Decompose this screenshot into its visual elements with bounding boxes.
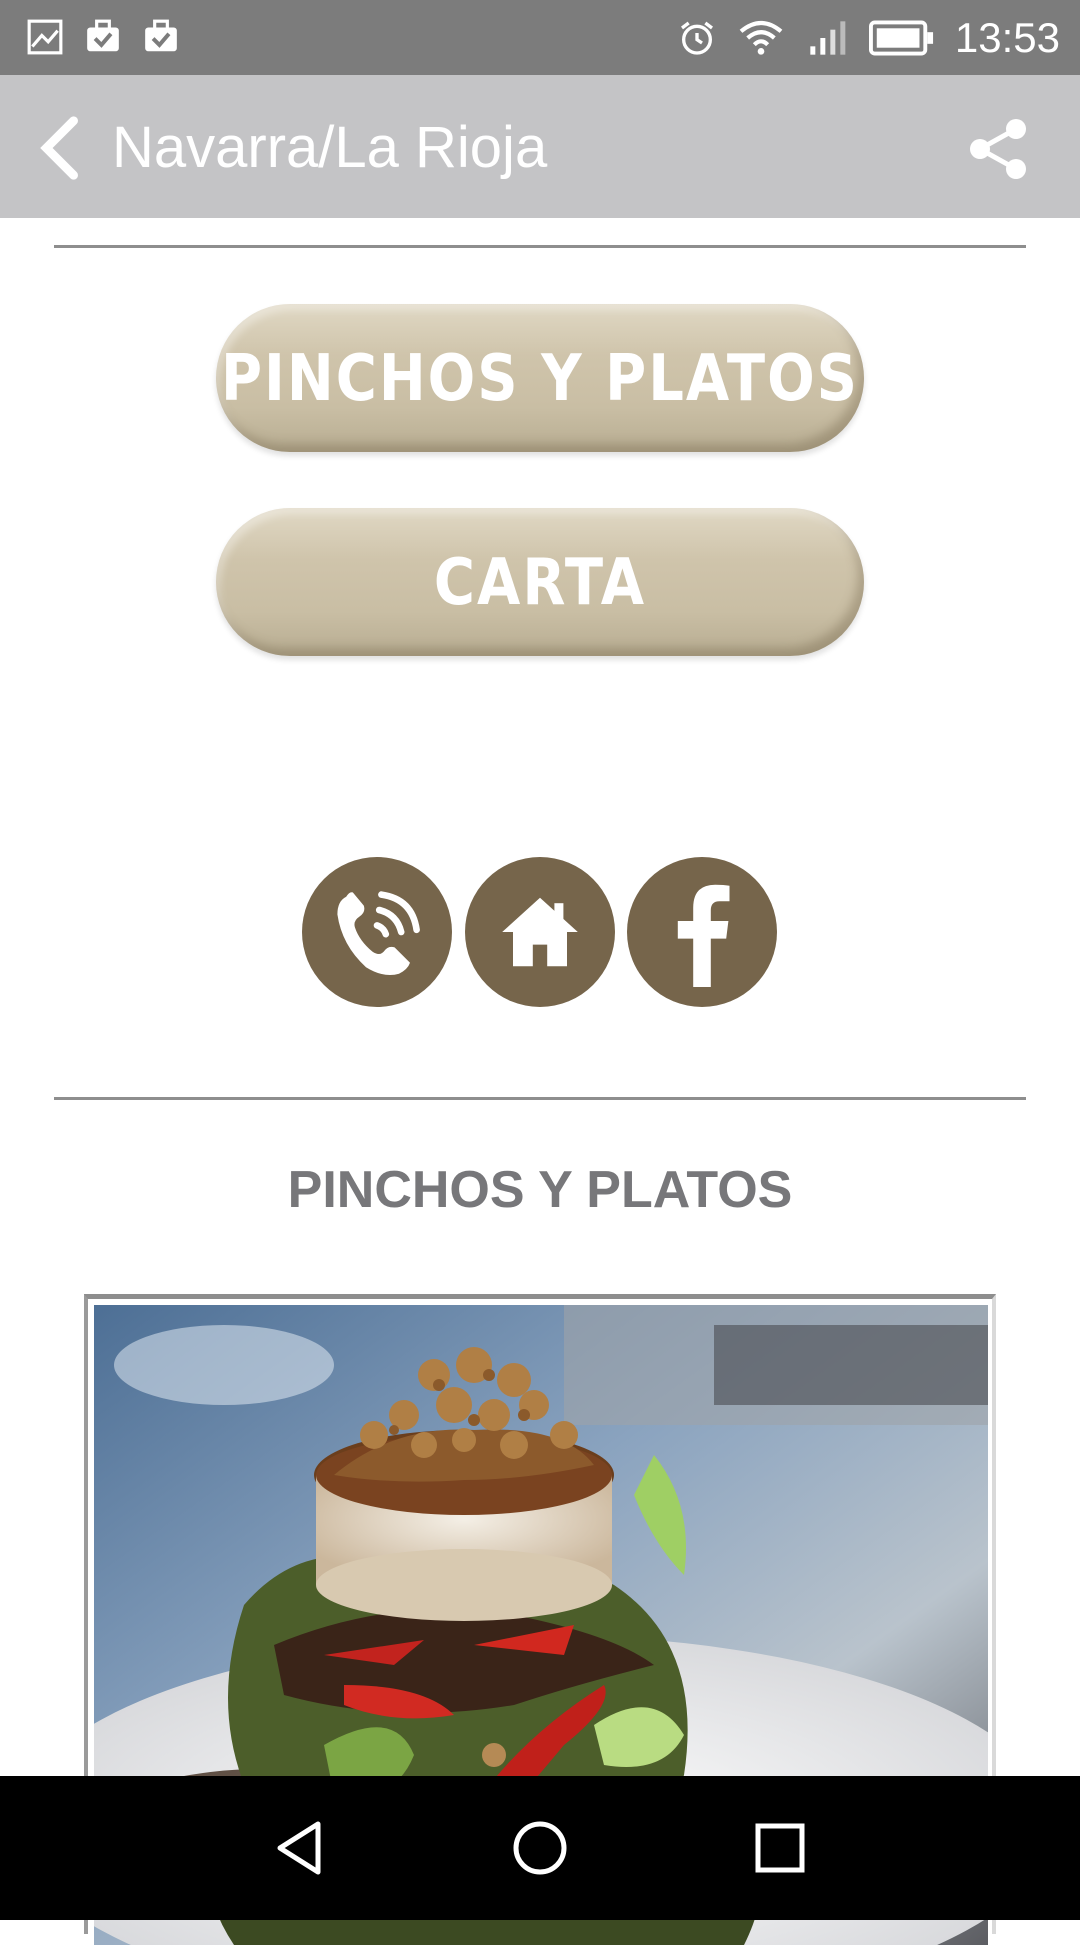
- nav-recents-icon[interactable]: [750, 1818, 810, 1878]
- pinchos-button-label: PINCHOS Y PLATOS: [220, 340, 860, 416]
- alarm-icon: [680, 21, 713, 55]
- facebook-icon: [677, 884, 730, 987]
- nav-home-icon[interactable]: [510, 1818, 570, 1878]
- system-icons: 13:53: [677, 12, 1060, 64]
- briefcase-check-icon: [145, 19, 177, 52]
- status-clock: 13:53: [954, 14, 1060, 61]
- battery-icon: [868, 20, 933, 56]
- home-button[interactable]: [465, 857, 615, 1007]
- carta-button-label: CARTA: [433, 544, 647, 620]
- pinchos-y-platos-button[interactable]: PINCHOS Y PLATOS: [216, 304, 864, 452]
- app-bar: Navarra/La Rioja: [0, 75, 1080, 218]
- signal-icon: [810, 21, 846, 55]
- briefcase-check-icon: [87, 19, 119, 52]
- share-icon[interactable]: [966, 117, 1030, 181]
- back-chevron-icon[interactable]: [30, 113, 90, 183]
- status-bar: 13:53: [0, 0, 1080, 75]
- home-icon: [502, 897, 578, 967]
- section-title: PINCHOS Y PLATOS: [287, 1161, 793, 1219]
- top-divider: [54, 245, 1026, 248]
- system-nav-bar: [0, 1776, 1080, 1920]
- nav-back-icon[interactable]: [270, 1818, 330, 1878]
- notification-icons: [26, 18, 180, 56]
- facebook-button[interactable]: [627, 857, 777, 1007]
- phone-icon: [337, 891, 420, 976]
- page-title: Navarra/La Rioja: [112, 115, 548, 180]
- wifi-icon: [739, 20, 783, 55]
- gallery-icon: [27, 19, 63, 55]
- carta-button[interactable]: CARTA: [216, 508, 864, 656]
- middle-divider: [54, 1097, 1026, 1100]
- phone-button[interactable]: [302, 857, 452, 1007]
